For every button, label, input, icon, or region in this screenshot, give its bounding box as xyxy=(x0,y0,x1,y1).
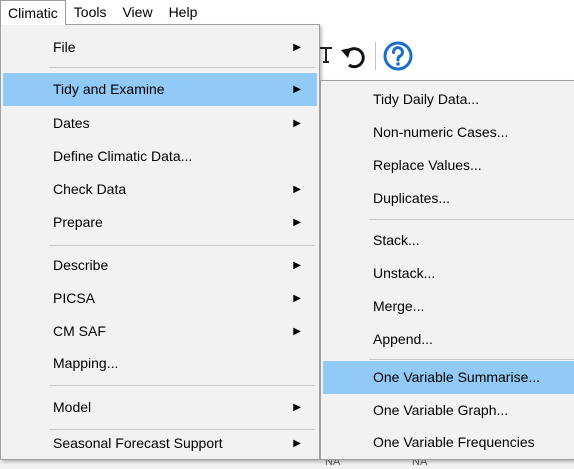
menu-item-label: Define Climatic Data... xyxy=(53,148,193,164)
menu-item-label: Prepare xyxy=(53,214,103,230)
menu-separator xyxy=(49,245,315,246)
submenu-item-unstack[interactable]: Unstack... xyxy=(323,257,574,290)
menu-item-label: Mapping... xyxy=(53,355,119,371)
submenu-arrow-icon: ▶ xyxy=(293,118,301,129)
submenu-item-tidy-daily-data[interactable]: Tidy Daily Data... xyxy=(323,83,574,116)
menu-item-describe[interactable]: Describe ▶ xyxy=(3,249,317,282)
submenu-item-replace-values[interactable]: Replace Values... xyxy=(323,149,574,182)
menu-bar: Climatic Tools View Help xyxy=(0,0,574,25)
menu-tools[interactable]: Tools xyxy=(66,0,115,24)
menu-item-check-data[interactable]: Check Data ▶ xyxy=(3,173,317,206)
submenu-arrow-icon: ▶ xyxy=(293,260,301,271)
menu-item-label: Model xyxy=(53,399,92,415)
submenu-arrow-icon: ▶ xyxy=(293,217,301,228)
menu-item-label: Describe xyxy=(53,257,109,273)
menu-item-label: Seasonal Forecast Support xyxy=(53,435,223,451)
submenu-arrow-icon: ▶ xyxy=(293,402,301,413)
submenu-item-non-numeric-cases[interactable]: Non-numeric Cases... xyxy=(323,116,574,149)
submenu-item-one-variable-graph[interactable]: One Variable Graph... xyxy=(323,394,574,427)
menu-help[interactable]: Help xyxy=(161,0,206,24)
submenu-item-append[interactable]: Append... xyxy=(323,323,574,356)
submenu-arrow-icon: ▶ xyxy=(293,293,301,304)
submenu-arrow-icon: ▶ xyxy=(293,42,301,53)
submenu-item-one-variable-summarise[interactable]: One Variable Summarise... xyxy=(323,361,574,394)
help-icon[interactable] xyxy=(383,41,413,71)
menu-item-mapping[interactable]: Mapping... xyxy=(3,347,317,380)
toolbar xyxy=(315,24,574,80)
submenu-arrow-icon: ▶ xyxy=(293,326,301,337)
menu-item-label: Check Data xyxy=(53,181,127,197)
menu-item-label: PICSA xyxy=(53,290,96,306)
menu-item-define-climatic-data[interactable]: Define Climatic Data... xyxy=(3,140,317,173)
submenu-item-duplicates[interactable]: Duplicates... xyxy=(323,182,574,215)
menu-item-file[interactable]: File ▶ xyxy=(3,31,317,64)
submenu-arrow-icon: ▶ xyxy=(293,84,301,95)
menu-item-label: Tidy and Examine xyxy=(53,81,165,97)
menu-item-tidy-and-examine[interactable]: Tidy and Examine ▶ xyxy=(3,73,317,106)
menu-climatic[interactable]: Climatic xyxy=(0,0,66,25)
menu-item-label: File xyxy=(53,39,76,55)
climatic-dropdown-menu: File ▶ Tidy and Examine ▶ Dates ▶ Define… xyxy=(0,24,320,460)
menu-item-prepare[interactable]: Prepare ▶ xyxy=(3,206,317,239)
submenu-item-stack[interactable]: Stack... xyxy=(323,224,574,257)
submenu-arrow-icon: ▶ xyxy=(293,438,301,449)
submenu-item-merge[interactable]: Merge... xyxy=(323,290,574,323)
toolbar-divider xyxy=(375,42,376,70)
menu-item-label: CM SAF xyxy=(53,323,106,339)
menu-view[interactable]: View xyxy=(114,0,160,24)
menu-item-model[interactable]: Model ▶ xyxy=(3,391,317,424)
submenu-separator xyxy=(369,359,574,360)
submenu-arrow-icon: ▶ xyxy=(293,184,301,195)
submenu-item-one-variable-frequencies[interactable]: One Variable Frequencies xyxy=(323,426,574,459)
menu-separator xyxy=(49,385,315,386)
tidy-and-examine-submenu: Tidy Daily Data... Non-numeric Cases... … xyxy=(320,80,574,460)
menu-item-seasonal-forecast-support[interactable]: Seasonal Forecast Support ▶ xyxy=(3,427,317,460)
menu-item-dates[interactable]: Dates ▶ xyxy=(3,107,317,140)
menu-item-picsa[interactable]: PICSA ▶ xyxy=(3,282,317,315)
menu-separator xyxy=(49,67,315,68)
submenu-separator xyxy=(369,219,574,220)
undo-icon[interactable] xyxy=(340,42,366,70)
menu-item-cm-saf[interactable]: CM SAF ▶ xyxy=(3,315,317,348)
menu-item-label: Dates xyxy=(53,115,90,131)
